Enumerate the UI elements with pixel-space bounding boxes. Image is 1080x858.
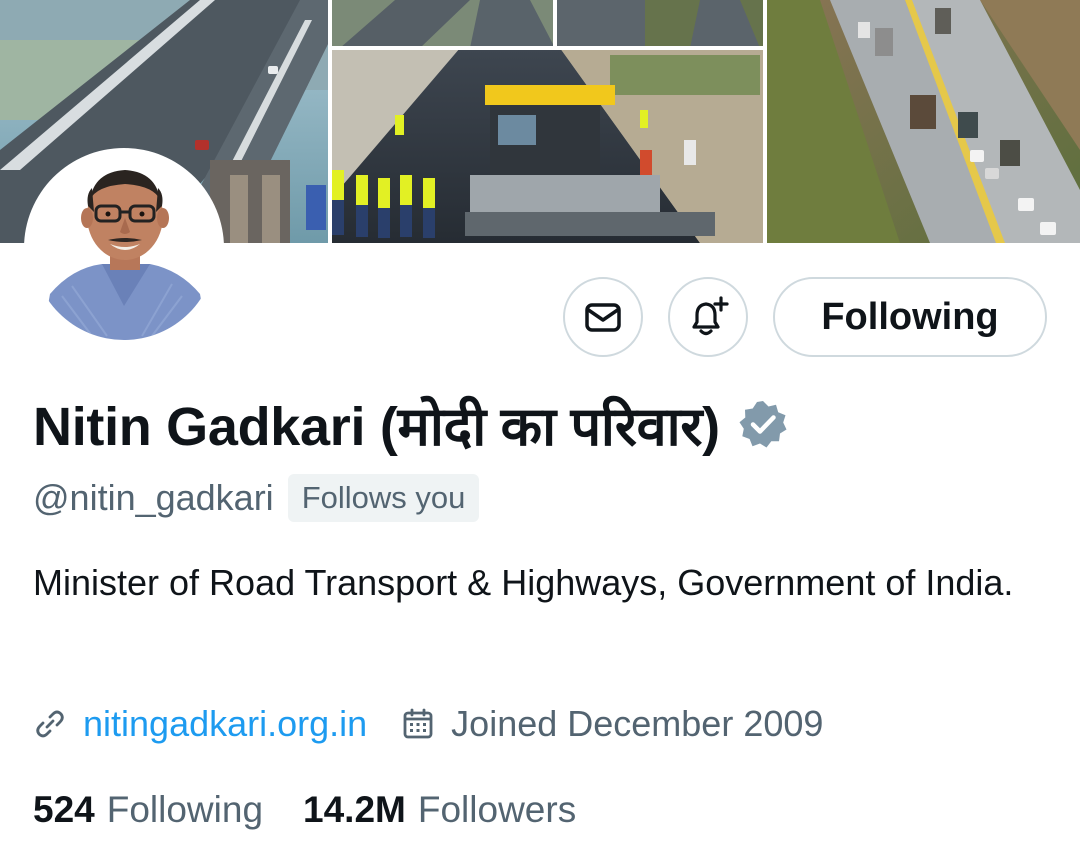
message-button[interactable] xyxy=(563,277,643,357)
following-count: 524 xyxy=(33,789,95,830)
joined-date: Joined December 2009 xyxy=(401,703,823,745)
avatar-image xyxy=(32,156,216,340)
link-icon xyxy=(36,710,64,738)
profile-handle-row: @nitin_gadkari Follows you xyxy=(33,472,480,524)
followers-stat-link[interactable]: 14.2M Followers xyxy=(303,789,576,831)
following-label: Following xyxy=(106,789,264,830)
avatar[interactable] xyxy=(32,156,216,340)
profile-name-row: Nitin Gadkari (मोदी का परिवार) xyxy=(33,388,788,460)
calendar-icon xyxy=(403,708,433,739)
notifications-button[interactable] xyxy=(668,277,748,357)
bell-plus-icon xyxy=(692,296,729,336)
banner-panel-mountain-expressway xyxy=(765,0,1080,243)
profile-meta-row: nitingadkari.org.in Joined December 2009 xyxy=(33,698,823,750)
followers-count: 14.2M xyxy=(303,789,406,830)
display-name: Nitin Gadkari (मोदी का परिवार) xyxy=(33,397,720,457)
profile-stats-row: 524 Following 14.2M Followers xyxy=(33,784,576,836)
followers-label: Followers xyxy=(417,789,577,830)
following-stat-link[interactable]: 524 Following xyxy=(33,789,263,831)
envelope-icon xyxy=(585,303,621,332)
avatar-frame[interactable] xyxy=(24,148,224,348)
profile-bio: Minister of Road Transport & Highways, G… xyxy=(33,562,1014,603)
banner-panel-top-strip xyxy=(330,0,765,48)
verified-badge-icon[interactable] xyxy=(738,399,788,449)
joined-text: Joined December 2009 xyxy=(451,703,824,744)
website-link[interactable]: nitingadkari.org.in xyxy=(83,703,367,745)
banner-panel-road-paving xyxy=(306,48,765,243)
following-button[interactable]: Following xyxy=(773,277,1047,357)
username-handle: @nitin_gadkari xyxy=(33,477,274,518)
follows-you-badge: Follows you xyxy=(287,474,480,522)
